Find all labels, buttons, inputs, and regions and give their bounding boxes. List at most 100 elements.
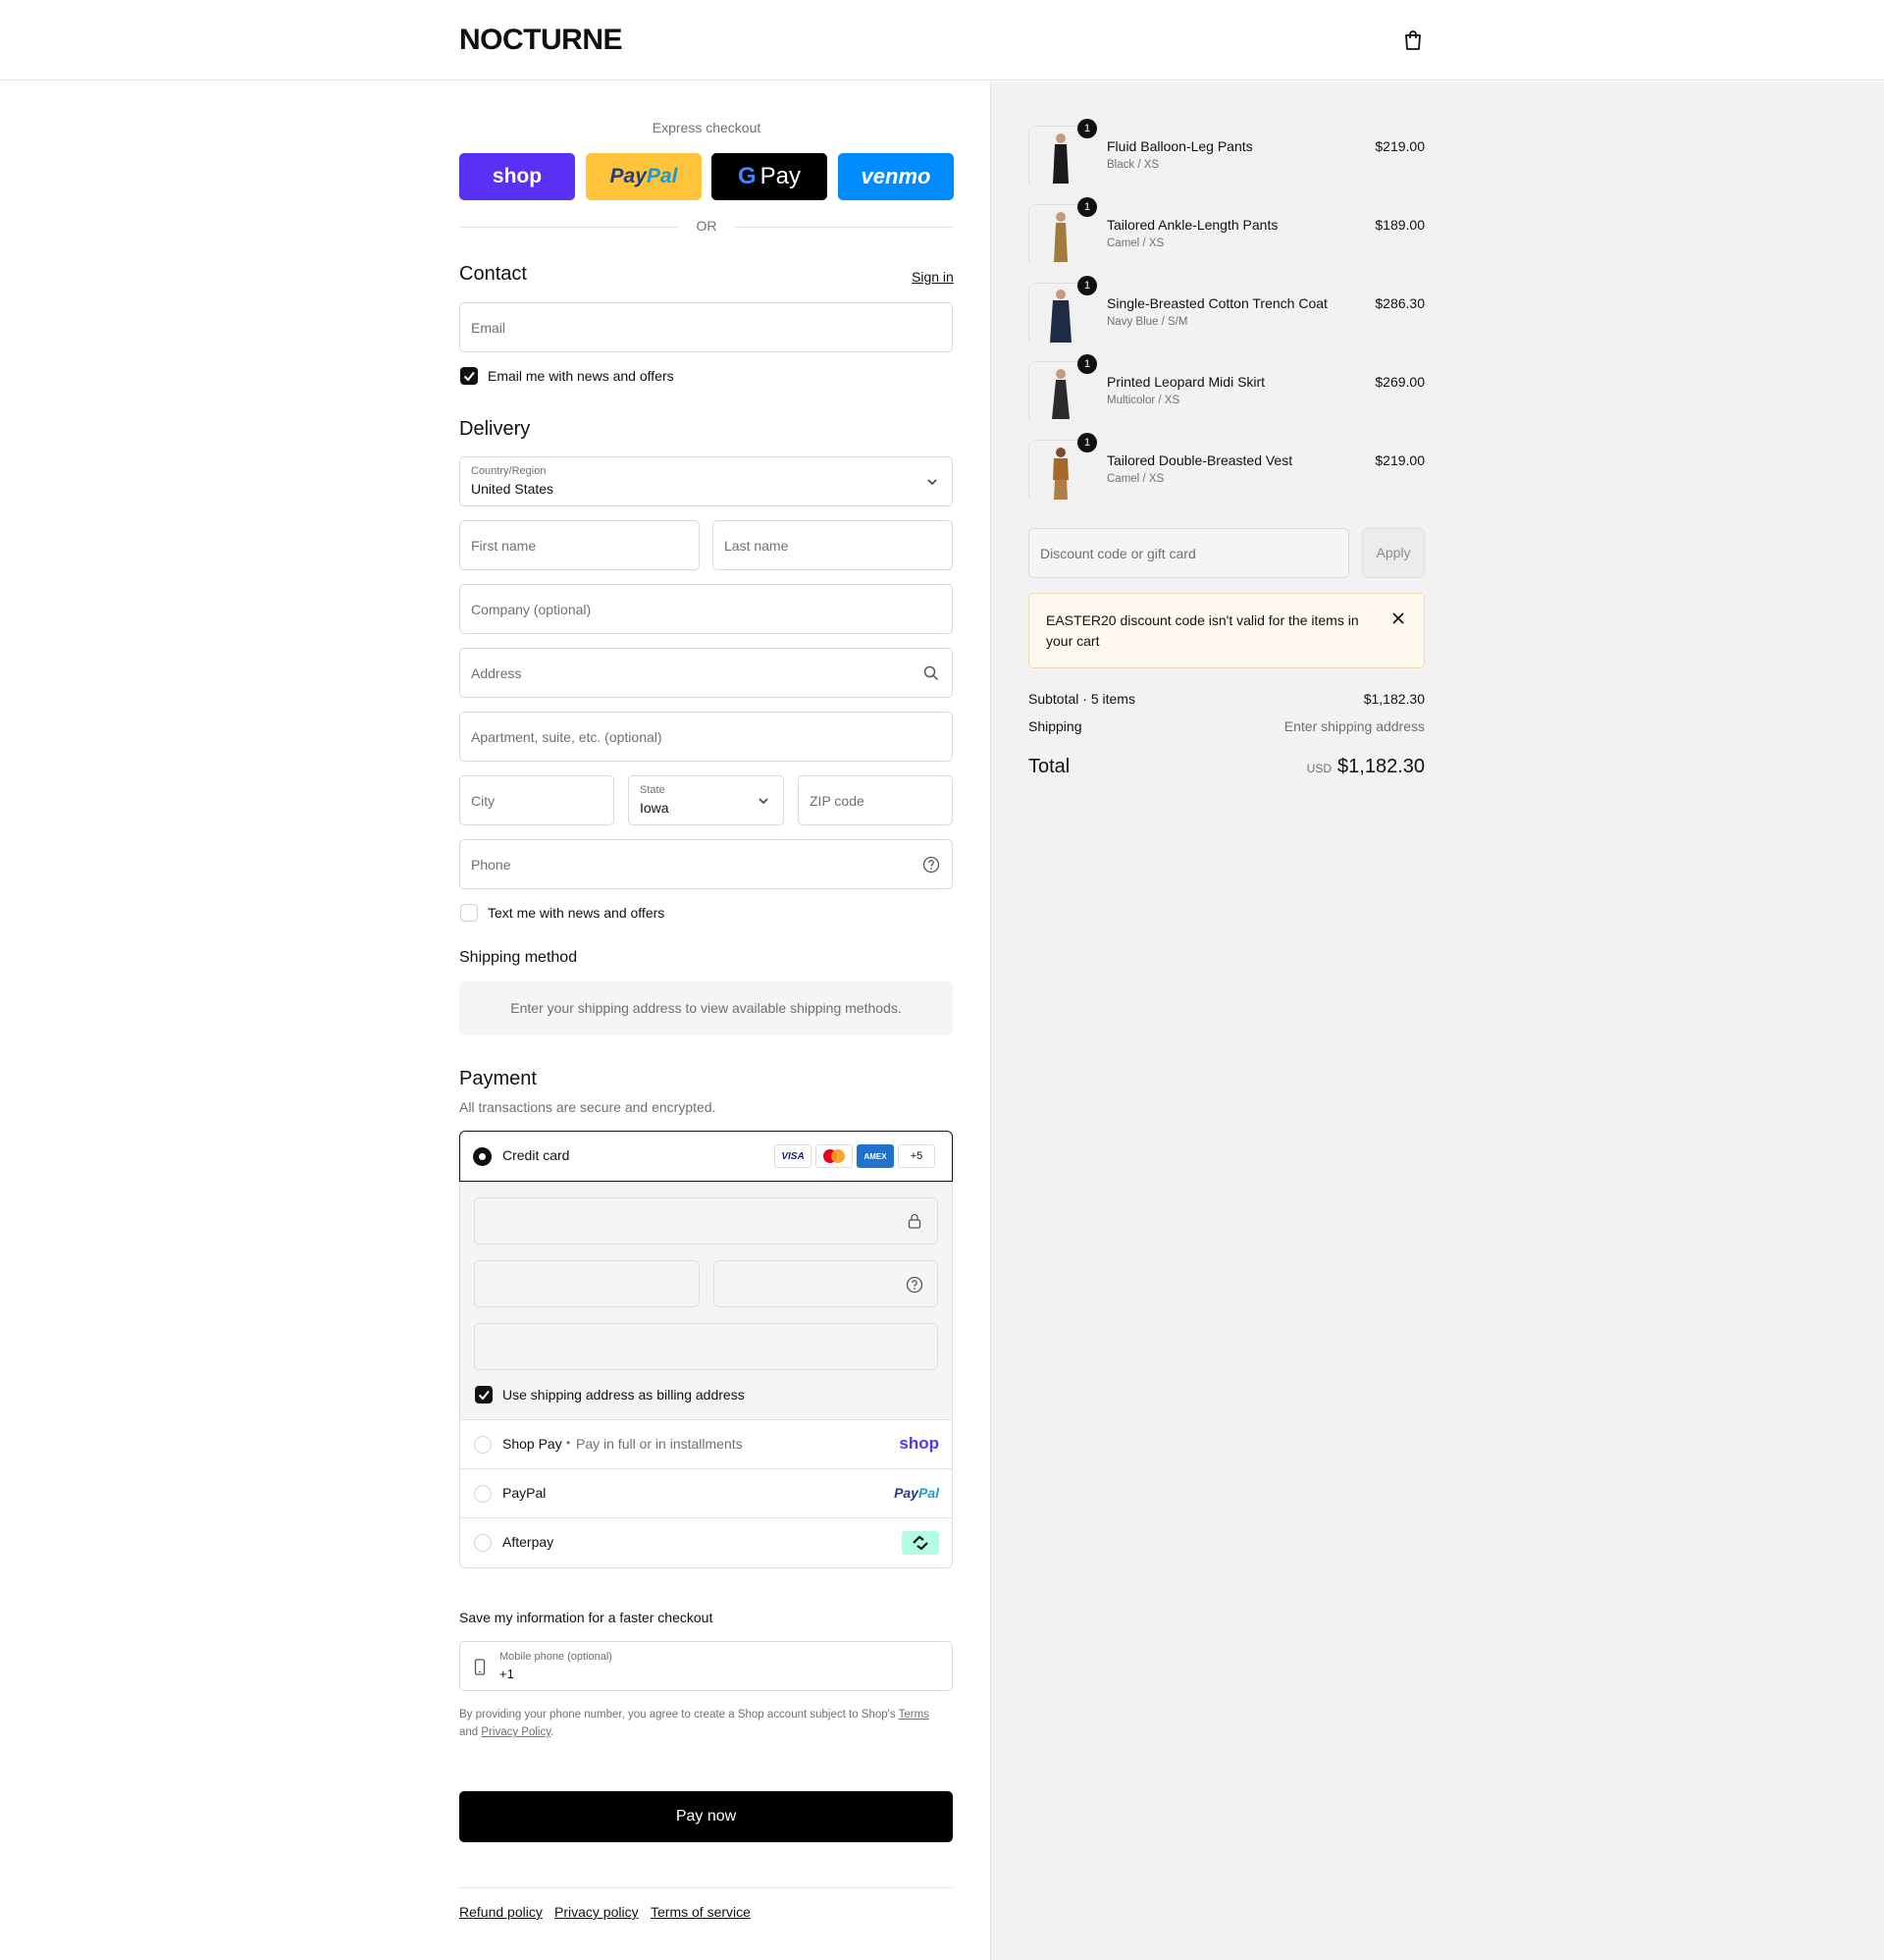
currency-code: USD [1306, 762, 1333, 775]
quantity-badge: 1 [1077, 119, 1097, 138]
state-value: Iowa [640, 800, 669, 816]
radio-selected-icon [473, 1147, 492, 1166]
item-price: $286.30 [1375, 295, 1425, 311]
state-select[interactable]: State Iowa [628, 775, 784, 825]
quantity-badge: 1 [1077, 354, 1097, 374]
payment-heading: Payment [459, 1068, 537, 1089]
item-variant: Black / XS [1107, 159, 1160, 171]
express-checkout-title: Express checkout [652, 120, 761, 135]
card-name-field[interactable] [474, 1323, 938, 1370]
shopping-bag-icon[interactable] [1403, 29, 1423, 51]
card-expiry-field[interactable] [474, 1260, 700, 1307]
cart-item: 1 Tailored Ankle-Length Pants Camel / XS… [1028, 197, 1425, 269]
terms-of-service-link[interactable]: Terms of service [651, 1904, 751, 1920]
email-field[interactable]: Email [459, 302, 953, 352]
paypal-express-button[interactable]: Pay Pal [586, 153, 702, 200]
shop-pay-label: Shop Pay [502, 1436, 562, 1452]
discount-code-field[interactable]: Discount code or gift card [1028, 528, 1349, 578]
chevron-down-icon [759, 798, 768, 805]
or-divider-right [735, 227, 953, 228]
item-name: Single-Breasted Cotton Trench Coat [1107, 295, 1328, 311]
paypal-option[interactable]: PayPal PayPal [460, 1468, 953, 1517]
store-logo[interactable]: NOCTURNE [459, 24, 623, 57]
subtotal-label: Subtotal · 5 items [1028, 691, 1135, 707]
google-pay-express-button[interactable]: G Pay [711, 153, 827, 200]
paypal-logo: PayPal [894, 1485, 939, 1501]
first-name-field[interactable]: First name [459, 520, 700, 570]
item-price: $219.00 [1375, 138, 1425, 154]
address-placeholder: Address [471, 665, 522, 681]
billing-same-label: Use shipping address as billing address [502, 1387, 745, 1403]
or-divider-text: OR [696, 218, 717, 234]
item-variant: Camel / XS [1107, 238, 1165, 249]
cart-item: 1 Single-Breasted Cotton Trench Coat Nav… [1028, 276, 1425, 347]
shop-pay-express-button[interactable]: shop [459, 153, 575, 200]
afterpay-option[interactable]: Afterpay [460, 1517, 953, 1566]
apply-discount-button[interactable]: Apply [1362, 528, 1425, 578]
mobile-phone-icon [474, 1659, 486, 1675]
lock-icon [908, 1213, 921, 1229]
shipping-value: Enter shipping address [1283, 718, 1425, 734]
shop-legal-text: By providing your phone number, you agre… [459, 1709, 929, 1738]
country-value: United States [471, 481, 554, 497]
total-value: $1,182.30 [1337, 756, 1425, 777]
total-label: Total [1028, 756, 1071, 777]
save-info-heading: Save my information for a faster checkou… [459, 1610, 713, 1625]
sms-checkbox[interactable] [460, 904, 478, 922]
quantity-badge: 1 [1077, 197, 1097, 217]
help-circle-icon[interactable] [922, 856, 940, 874]
address-field[interactable]: Address [459, 648, 953, 698]
shop-pay-separator: • [566, 1436, 571, 1450]
card-number-field[interactable] [474, 1197, 938, 1245]
shop-privacy-link[interactable]: Privacy Policy [481, 1726, 550, 1738]
city-placeholder: City [471, 793, 496, 809]
newsletter-checkbox[interactable] [460, 367, 478, 385]
discount-error-banner: EASTER20 discount code isn't valid for t… [1028, 593, 1425, 668]
afterpay-logo-icon [902, 1531, 939, 1555]
sign-in-link[interactable]: Sign in [912, 269, 954, 285]
shop-pay-option[interactable]: Shop Pay • Pay in full or in installment… [460, 1419, 953, 1468]
phone-field[interactable]: Phone [459, 839, 953, 889]
help-circle-icon[interactable] [906, 1276, 923, 1294]
item-price: $269.00 [1375, 374, 1425, 390]
refund-policy-link[interactable]: Refund policy [459, 1904, 543, 1920]
newsletter-label: Email me with news and offers [488, 368, 674, 384]
total-row-value: USD $1,182.30 [1229, 756, 1425, 778]
amex-icon: AMEX [857, 1144, 894, 1168]
product-thumbnail: 1 [1028, 276, 1097, 346]
privacy-policy-link[interactable]: Privacy policy [554, 1904, 639, 1920]
shop-terms-link[interactable]: Terms [899, 1709, 929, 1721]
paypal-logo-pal: Pal [646, 165, 678, 187]
cart-item: 1 Fluid Balloon-Leg Pants Black / XS $21… [1028, 119, 1425, 190]
quantity-badge: 1 [1077, 433, 1097, 452]
close-icon[interactable] [1391, 611, 1405, 625]
apartment-field[interactable]: Apartment, suite, etc. (optional) [459, 712, 953, 762]
apartment-placeholder: Apartment, suite, etc. (optional) [471, 729, 662, 745]
radio-unselected-icon [474, 1534, 492, 1552]
discount-error-message: EASTER20 discount code isn't valid for t… [1046, 612, 1359, 649]
pay-now-button[interactable]: Pay now [459, 1791, 953, 1842]
last-name-placeholder: Last name [724, 538, 789, 554]
country-select[interactable]: Country/Region United States [459, 456, 953, 506]
zip-field[interactable]: ZIP code [798, 775, 953, 825]
company-field[interactable]: Company (optional) [459, 584, 953, 634]
mobile-phone-label: Mobile phone (optional) [499, 1651, 612, 1663]
footer-divider [459, 1887, 953, 1888]
country-label: Country/Region [471, 465, 547, 477]
shop-mobile-phone-field[interactable]: Mobile phone (optional) +1 [459, 1641, 953, 1691]
radio-unselected-icon [474, 1485, 492, 1503]
cart-item: 1 Tailored Double-Breasted Vest Camel / … [1028, 433, 1425, 504]
last-name-field[interactable]: Last name [712, 520, 953, 570]
cart-item: 1 Printed Leopard Midi Skirt Multicolor … [1028, 354, 1425, 426]
contact-heading: Contact [459, 263, 527, 285]
shop-pay-logo: shop [492, 165, 543, 187]
city-field[interactable]: City [459, 775, 614, 825]
phone-placeholder: Phone [471, 857, 511, 873]
venmo-express-button[interactable]: venmo [838, 153, 954, 200]
delivery-heading: Delivery [459, 418, 531, 440]
card-cvv-field[interactable] [713, 1260, 938, 1307]
billing-same-checkbox[interactable] [475, 1386, 493, 1404]
search-icon [923, 665, 939, 681]
subtotal-value: $1,182.30 [1363, 691, 1425, 707]
mastercard-icon [815, 1144, 853, 1168]
